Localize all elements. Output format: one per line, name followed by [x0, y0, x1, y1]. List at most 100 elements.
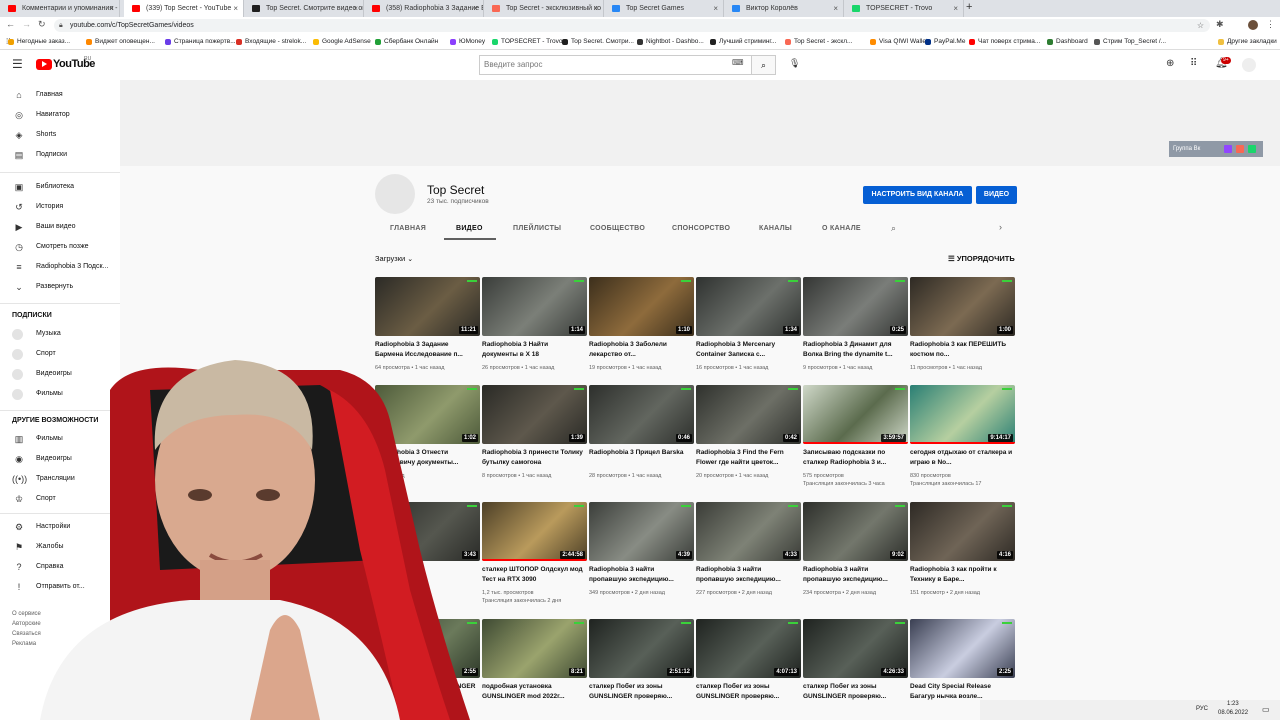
browser-tab[interactable]: Виктор Королёв ×: [724, 0, 844, 17]
bookmark-item[interactable]: Страница пожертв...: [165, 34, 236, 49]
video-thumbnail[interactable]: 11:21: [375, 277, 480, 336]
video-thumbnail[interactable]: 1:39: [482, 385, 587, 444]
hamburger-menu-icon[interactable]: ☰: [12, 57, 23, 71]
customize-channel-button[interactable]: НАСТРОИТЬ ВИД КАНАЛА: [863, 186, 972, 204]
notifications-center-icon[interactable]: ▭: [1262, 705, 1270, 714]
tabs-next-chevron-icon[interactable]: ›: [999, 222, 1002, 232]
video-thumbnail[interactable]: 4:39: [589, 502, 694, 561]
bookmark-item[interactable]: Top Secret - экскл...: [785, 34, 852, 49]
browser-tab[interactable]: Комментарии и упоминания - ×: [0, 0, 120, 17]
language-indicator[interactable]: РУС: [1196, 706, 1208, 712]
bookmark-item[interactable]: Nightbot - Dashbo...: [637, 34, 704, 49]
video-card[interactable]: 1:34 Radiophobia 3 Mercenary Container За…: [696, 277, 801, 377]
video-card[interactable]: 4:07:13 сталкер Побег из зоны GUNSLINGER …: [696, 619, 801, 719]
video-thumbnail[interactable]: 2:44:58: [482, 502, 587, 561]
bookmark-item[interactable]: PayPal.Me: [925, 34, 965, 49]
video-thumbnail[interactable]: 1:00: [910, 277, 1015, 336]
bookmark-item[interactable]: Виджет оповещен...: [86, 34, 155, 49]
bookmark-item[interactable]: Dashboard: [1047, 34, 1088, 49]
sidebar-item-main-2[interactable]: ◈ Shorts: [12, 126, 117, 144]
sidebar-item-main-1[interactable]: ◎ Навигатор: [12, 106, 117, 124]
video-title[interactable]: Radiophobia 3 найти пропавшую экспедицию…: [589, 565, 692, 585]
tab-close-icon[interactable]: ×: [353, 0, 358, 17]
video-card[interactable]: 1:39 Radiophobia 3 принести Толику бутылк…: [482, 385, 587, 485]
video-title[interactable]: сталкер Побег из зоны GUNSLINGER проверя…: [696, 682, 799, 702]
channel-tab[interactable]: КАНАЛЫ: [759, 225, 792, 232]
video-title[interactable]: Radiophobia 3 Прицел Barska: [589, 448, 692, 468]
channel-tab[interactable]: ПЛЕЙЛИСТЫ: [513, 225, 561, 232]
video-thumbnail[interactable]: 9:02: [803, 502, 908, 561]
video-title[interactable]: Radiophobia 3 Заболели лекарство от...: [589, 340, 692, 360]
bookmark-item[interactable]: Входящие - strelok...: [236, 34, 306, 49]
video-card[interactable]: 1:14 Radiophobia 3 Найти документы в Х 18…: [482, 277, 587, 377]
video-thumbnail[interactable]: 3:59:57: [803, 385, 908, 444]
browser-tab[interactable]: Top Secret - эксклюзивный ко ×: [484, 0, 604, 17]
video-title[interactable]: сталкер Побег из зоны GUNSLINGER проверя…: [803, 682, 906, 702]
video-title[interactable]: Radiophobia 3 как ПЕРЕШИТЬ костюм по...: [910, 340, 1013, 360]
video-title[interactable]: Записываю подсказки по сталкер Radiophob…: [803, 448, 906, 468]
video-card[interactable]: 4:16 Radiophobia 3 как пройти к Технику в…: [910, 502, 1015, 602]
video-card[interactable]: 1:00 Radiophobia 3 как ПЕРЕШИТЬ костюм по…: [910, 277, 1015, 377]
video-thumbnail[interactable]: 0:25: [803, 277, 908, 336]
video-title[interactable]: сталкер Побег из зоны GUNSLINGER проверя…: [589, 682, 692, 702]
account-avatar[interactable]: [1242, 58, 1256, 72]
video-title[interactable]: сталкер ШТОПОР Олдскул мод Тест на RTX 3…: [482, 565, 585, 585]
create-video-icon[interactable]: ⊕: [1166, 58, 1174, 69]
video-title[interactable]: Radiophobia 3 Find the Fern Flower где н…: [696, 448, 799, 468]
browser-tab[interactable]: (339) Top Secret - YouTube ×: [124, 0, 244, 17]
video-card[interactable]: 4:33 Radiophobia 3 найти пропавшую экспед…: [696, 502, 801, 602]
bookmark-item[interactable]: Чат поверх стрима...: [969, 34, 1040, 49]
video-title[interactable]: Radiophobia 3 найти пропавшую экспедицию…: [803, 565, 906, 585]
video-title[interactable]: Radiophobia 3 Динамит для Волка Bring th…: [803, 340, 906, 360]
tab-close-icon[interactable]: ×: [953, 0, 958, 17]
video-card[interactable]: 2:51:12 сталкер Побег из зоны GUNSLINGER …: [589, 619, 694, 719]
video-thumbnail[interactable]: 4:33: [696, 502, 801, 561]
back-icon[interactable]: ←: [6, 19, 15, 29]
video-thumbnail[interactable]: 0:46: [589, 385, 694, 444]
browser-tab[interactable]: Top Secret Games ×: [604, 0, 724, 17]
video-title[interactable]: Dead City Special Release Багагур нычка …: [910, 682, 1013, 702]
browser-menu-icon[interactable]: ⋮: [1266, 19, 1275, 30]
video-card[interactable]: 0:25 Radiophobia 3 Динамит для Волка Brin…: [803, 277, 908, 377]
bookmark-item[interactable]: Google AdSense: [313, 34, 371, 49]
channel-tab[interactable]: ВИДЕО: [456, 225, 483, 232]
forward-icon[interactable]: →: [22, 19, 31, 29]
video-title[interactable]: сегодня отдыхаю от сталкера и играю в No…: [910, 448, 1013, 468]
sort-button[interactable]: ☰ УПОРЯДОЧИТЬ: [948, 254, 1015, 263]
channel-tab[interactable]: ГЛАВНАЯ: [390, 225, 426, 232]
video-thumbnail[interactable]: 8:21: [482, 619, 587, 678]
search-button[interactable]: ⌕: [752, 55, 776, 75]
video-thumbnail[interactable]: 2:25: [910, 619, 1015, 678]
tab-close-icon[interactable]: ×: [593, 0, 598, 17]
video-card[interactable]: 0:42 Radiophobia 3 Find the Fern Flower г…: [696, 385, 801, 485]
sidebar-item-library-4[interactable]: ≡ Radiophobia 3 Подск...: [12, 258, 117, 276]
tab-close-icon[interactable]: ×: [473, 0, 478, 17]
video-title[interactable]: Radiophobia 3 как пройти к Технику в Бар…: [910, 565, 1013, 585]
video-thumbnail[interactable]: 4:07:13: [696, 619, 801, 678]
video-thumbnail[interactable]: 1:34: [696, 277, 801, 336]
video-thumbnail[interactable]: 0:42: [696, 385, 801, 444]
search-input[interactable]: Введите запрос: [479, 55, 752, 75]
channel-tab[interactable]: О КАНАЛЕ: [822, 225, 861, 232]
browser-tab[interactable]: Top Secret. Смотрите видео он ×: [244, 0, 364, 17]
video-thumbnail[interactable]: 1:10: [589, 277, 694, 336]
extensions-icon[interactable]: ✱: [1216, 19, 1224, 30]
video-thumbnail[interactable]: 9:14:17: [910, 385, 1015, 444]
video-thumbnail[interactable]: 4:16: [910, 502, 1015, 561]
video-title[interactable]: Radiophobia 3 Найти документы в Х 18: [482, 340, 585, 360]
video-card[interactable]: 9:02 Radiophobia 3 найти пропавшую экспед…: [803, 502, 908, 602]
bookmark-star-icon[interactable]: ☆: [1197, 19, 1204, 32]
bookmark-item[interactable]: Лучший стриминг...: [710, 34, 776, 49]
sidebar-item-library-0[interactable]: ▣ Библиотека: [12, 178, 117, 196]
profile-avatar[interactable]: [1248, 20, 1258, 30]
bookmark-item[interactable]: ЮMoney: [450, 34, 485, 49]
patreon-icon[interactable]: [1236, 145, 1244, 153]
bookmark-item[interactable]: Сбербанк Онлайн: [375, 34, 438, 49]
sidebar-item-library-3[interactable]: ◷ Смотреть позже: [12, 238, 117, 256]
bookmark-item[interactable]: Top Secret. Смотри...: [562, 34, 634, 49]
video-card[interactable]: 4:39 Radiophobia 3 найти пропавшую экспед…: [589, 502, 694, 602]
bookmark-item[interactable]: TOPSECRET - Trovo: [492, 34, 563, 49]
channel-tab[interactable]: СПОНСОРСТВО: [672, 225, 730, 232]
trovo-icon[interactable]: [1248, 145, 1256, 153]
video-card[interactable]: 3:59:57 Записываю подсказки по сталкер Ra…: [803, 385, 908, 487]
